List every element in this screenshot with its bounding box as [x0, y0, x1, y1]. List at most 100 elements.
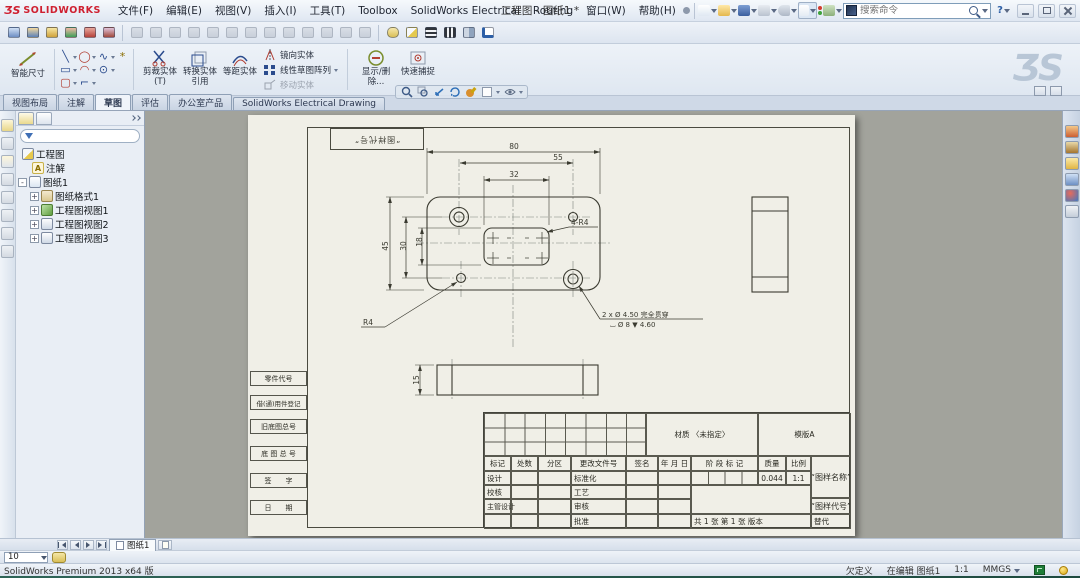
note-tool-icon[interactable] [1, 119, 14, 132]
layer-properties-icon[interactable] [384, 25, 401, 41]
expand-toggle[interactable]: + [30, 220, 39, 229]
pin-menu-icon[interactable] [683, 2, 690, 19]
hide-show-edges-icon[interactable] [460, 25, 477, 41]
dimension-lines[interactable] [390, 152, 600, 395]
point-tool-icon[interactable]: * [116, 51, 129, 62]
leader-callouts[interactable]: 4-R4 R4 2 x Ø 4.50 完全贯穿 ⌴ Ø 8 ▼ 4.60 [361, 218, 703, 329]
tree-item-drawing-view2[interactable]: + 工程图视图2 [16, 217, 144, 231]
tree-filter[interactable] [20, 129, 140, 143]
tree-item-sheet-format1[interactable]: + 图纸格式1 [16, 189, 144, 203]
front-view[interactable] [437, 365, 598, 395]
feature-tree-tab[interactable] [18, 112, 34, 125]
file-explorer-icon[interactable] [1065, 157, 1079, 170]
options-button[interactable] [823, 2, 842, 19]
rebuild-button[interactable] [818, 2, 822, 19]
hide-show-caret[interactable] [519, 91, 523, 96]
search-dropdown-caret[interactable] [982, 9, 988, 16]
collapse-panel-icon[interactable] [131, 116, 142, 120]
surface-finish-tool-icon[interactable] [1, 155, 14, 168]
close-button[interactable] [1059, 4, 1076, 18]
dimension-texts[interactable]: 80 55 32 45 30 18 15 [381, 142, 563, 385]
add-sheet-icon[interactable] [158, 540, 172, 550]
custom-properties-icon[interactable] [1065, 205, 1079, 218]
view-palette-icon[interactable] [1065, 173, 1079, 186]
display-delete-relations-button[interactable]: 显示/删除... [354, 46, 398, 93]
user-tools-icon[interactable] [62, 25, 79, 41]
help-button[interactable]: ? [994, 2, 1013, 19]
tab-evaluate[interactable]: 评估 [132, 94, 168, 110]
zoom-area-icon[interactable] [416, 86, 429, 98]
save-button[interactable] [738, 2, 757, 19]
arc-tool-icon[interactable]: ◠ [78, 64, 91, 75]
display-style-caret[interactable] [496, 91, 500, 96]
menu-file[interactable]: 文件(F) [112, 1, 159, 20]
units-selector[interactable]: MMGS [983, 565, 1020, 576]
top-view[interactable] [427, 197, 600, 290]
tree-item-annotations[interactable]: A 注解 [16, 161, 144, 175]
menu-routing[interactable]: Routing [527, 3, 579, 19]
tree-item-drawing[interactable]: 工程图 [16, 147, 144, 161]
edit-tool-icon[interactable] [100, 25, 117, 41]
mirror-entities-button[interactable]: 镜向实体 [263, 48, 338, 62]
linear-pattern-caret[interactable] [334, 69, 338, 74]
last-sheet-icon[interactable] [96, 540, 107, 550]
expand-panel-icon[interactable] [1034, 86, 1046, 96]
tab-view-layout[interactable]: 视图布局 [3, 94, 57, 110]
select-tool-button[interactable] [798, 2, 817, 19]
open-button[interactable] [718, 2, 737, 19]
linear-sketch-pattern-button[interactable]: 线性草图阵列 [263, 63, 338, 77]
tree-item-drawing-view3[interactable]: + 工程图视图3 [16, 231, 144, 245]
sheet-tab-active[interactable]: 图纸1 [109, 539, 156, 551]
property-manager-tab[interactable] [36, 112, 52, 125]
layer-properties-button[interactable] [52, 552, 66, 563]
circle-tool-icon[interactable]: ◯ [78, 51, 91, 62]
rotate-view-icon[interactable] [448, 86, 461, 98]
minimize-button[interactable] [1017, 4, 1034, 18]
tab-sketch[interactable]: 草图 [95, 94, 131, 110]
menu-help[interactable]: 帮助(H) [633, 1, 682, 20]
tree-item-sheet1[interactable]: - 图纸1 [16, 175, 144, 189]
line-thickness-icon[interactable] [422, 25, 439, 41]
appearances-icon[interactable] [1065, 189, 1079, 202]
units-caret[interactable] [1014, 569, 1020, 576]
next-sheet-icon[interactable] [83, 540, 94, 550]
design-library-icon[interactable] [1065, 141, 1079, 154]
ellipse-tool-icon[interactable]: ⊙ [97, 64, 110, 75]
fullscreen-icon[interactable] [1050, 86, 1062, 96]
first-sheet-icon[interactable] [57, 540, 68, 550]
tab-annotation[interactable]: 注解 [58, 94, 94, 110]
search-scope-icon[interactable] [846, 5, 857, 16]
collapse-toggle[interactable]: - [18, 178, 27, 187]
search-icon[interactable] [969, 6, 978, 15]
expand-toggle[interactable]: + [30, 192, 39, 201]
layer-dropdown[interactable]: 10 [4, 552, 48, 563]
polygon-tool-icon[interactable]: ⌐ [78, 77, 91, 88]
layer-dropdown-caret[interactable] [41, 556, 47, 563]
quick-tips-icon[interactable] [1059, 566, 1068, 575]
menu-toolbox[interactable]: Toolbox [352, 3, 403, 19]
menu-edit[interactable]: 编辑(E) [160, 1, 208, 20]
print-button[interactable] [758, 2, 777, 19]
menu-view[interactable]: 视图(V) [209, 1, 257, 20]
command-search[interactable] [843, 3, 991, 19]
line-style-icon[interactable] [441, 25, 458, 41]
convert-entities-button[interactable]: 转换实体引用 [180, 46, 220, 93]
previous-view-icon[interactable] [432, 86, 445, 98]
slot-tool-icon[interactable]: ▢ [59, 77, 72, 88]
hide-show-items-icon[interactable] [503, 86, 516, 98]
menu-tools[interactable]: 工具(T) [304, 1, 352, 20]
sw-resources-icon[interactable] [1065, 125, 1079, 138]
menu-window[interactable]: 窗口(W) [580, 1, 632, 20]
tab-office-products[interactable]: 办公室产品 [169, 94, 232, 110]
expand-toggle[interactable]: + [30, 234, 39, 243]
line-color-icon[interactable] [403, 25, 420, 41]
offset-entities-button[interactable]: 等距实体 [220, 46, 260, 93]
new-document-button[interactable] [698, 2, 717, 19]
display-style-icon[interactable] [480, 86, 493, 98]
menu-sw-electrical[interactable]: SolidWorks Electrical [405, 3, 526, 19]
search-input[interactable] [860, 5, 966, 16]
viewport-icon[interactable] [24, 25, 41, 41]
side-view[interactable] [752, 197, 788, 292]
menu-insert[interactable]: 插入(I) [258, 1, 302, 20]
prev-sheet-icon[interactable] [70, 540, 81, 550]
